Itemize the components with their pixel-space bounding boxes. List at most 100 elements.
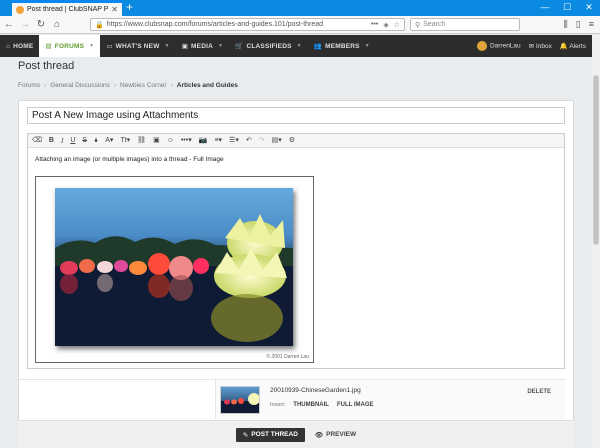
italic-button[interactable]: I <box>61 134 63 148</box>
chevron-down-icon[interactable]: ▼ <box>165 43 170 49</box>
editor-toolbar: ⌫ B I U S 🌢 A▾ Tt▾ ⛓ ▣ ☺ •••▾ 📷 ≡▾ ☰▾ ↶ … <box>28 134 564 148</box>
eraser-icon[interactable]: ⌫ <box>32 134 42 148</box>
page-title: Post thread <box>18 60 75 72</box>
chevron-down-icon[interactable]: ▼ <box>365 43 370 49</box>
forward-arrow-icon[interactable]: → <box>18 19 32 30</box>
username: DarrenLau <box>489 42 521 50</box>
chevron-down-icon[interactable]: ▼ <box>89 43 94 49</box>
browser-tab-active[interactable]: Post thread | ClubSNAP Photo... ✕ <box>12 1 122 16</box>
embedded-image-frame[interactable]: © 2001 Darren Lau <box>35 176 314 363</box>
smilie-icon[interactable]: ☺ <box>167 134 174 148</box>
envelope-icon: ✉ <box>528 43 535 50</box>
nav-members-label: MEMBERS <box>325 42 360 50</box>
preview-button[interactable]: 👁 PREVIEW <box>315 431 356 439</box>
nav-home[interactable]: ⌂ HOME <box>0 35 39 57</box>
lantern-photo <box>55 188 293 346</box>
text-color-icon[interactable]: 🌢 <box>94 134 98 148</box>
delete-attachment-button[interactable]: DELETE <box>527 389 551 395</box>
nav-forums-label: FORUMS <box>54 42 85 50</box>
alerts-label: Alerts <box>569 43 586 50</box>
list-button[interactable]: ☰▾ <box>229 134 239 148</box>
tab-close-icon[interactable]: ✕ <box>111 5 118 14</box>
breadcrumb-newbies-corner[interactable]: Newbies Corner <box>120 82 167 89</box>
bold-button[interactable]: B <box>49 134 54 148</box>
browser-search-input[interactable]: ⚲ Search <box>410 18 520 31</box>
nav-whats-new[interactable]: ▭ WHAT'S NEW ▼ <box>100 35 175 57</box>
search-placeholder: Search <box>423 21 446 28</box>
attachment-divider <box>19 379 215 380</box>
chevron-down-icon[interactable]: ▼ <box>297 43 302 49</box>
tab-title: Post thread | ClubSNAP Photo... <box>27 6 109 13</box>
site-favicon-icon <box>16 5 24 14</box>
speech-icon: ▭ <box>106 43 113 50</box>
home-icon[interactable]: ⌂ <box>50 19 64 30</box>
breadcrumb: Forums › General Discussions › Newbies C… <box>18 82 238 89</box>
browser-toolbar: ← → ↻ ⌂ 🔒 https://www.clubsnap.com/forum… <box>0 16 600 34</box>
pocket-icon[interactable]: ◈ <box>383 21 388 29</box>
address-url: https://www.clubsnap.com/forums/articles… <box>106 21 324 28</box>
underline-button[interactable]: U <box>70 134 75 148</box>
image-icon: ▣ <box>181 43 189 50</box>
insert-thumbnail-button[interactable]: THUMBNAIL <box>293 402 329 408</box>
chevron-down-icon[interactable]: ▼ <box>218 43 223 49</box>
search-icon: ⚲ <box>415 21 421 29</box>
more-options-button[interactable]: •••▾ <box>181 134 192 148</box>
form-action-bar: ✎ POST THREAD 👁 PREVIEW <box>18 420 574 448</box>
message-editor[interactable]: ⌫ B I U S 🌢 A▾ Tt▾ ⛓ ▣ ☺ •••▾ 📷 ≡▾ ☰▾ ↶ … <box>27 133 565 369</box>
account-link[interactable]: DarrenLau <box>476 41 521 51</box>
font-size-button[interactable]: A▾ <box>105 134 113 148</box>
new-tab-button[interactable]: + <box>126 1 133 14</box>
attachment-thumbnail-drawing <box>221 393 259 413</box>
browser-tools: ⫼ ▯ ≡ <box>564 18 594 31</box>
lock-icon: 🔒 <box>95 21 104 29</box>
bookmark-star-icon[interactable]: ☆ <box>394 21 400 29</box>
breadcrumb-separator-icon: › <box>170 82 173 89</box>
insert-full-image-button[interactable]: FULL IMAGE <box>337 402 374 408</box>
inbox-link[interactable]: ✉ Inbox <box>529 42 552 50</box>
nav-home-label: HOME <box>13 42 34 50</box>
nav-forums[interactable]: ▤ FORUMS ▼ <box>39 35 101 57</box>
breadcrumb-general-discussions[interactable]: General Discussions <box>50 82 110 89</box>
nav-members[interactable]: 👥 MEMBERS ▼ <box>308 35 376 57</box>
bell-icon: 🔔 <box>559 43 568 50</box>
maximize-button[interactable]: ☐ <box>556 0 578 16</box>
nav-whats-new-label: WHAT'S NEW <box>115 42 160 50</box>
page-actions-icon[interactable]: ••• <box>371 21 378 29</box>
gear-icon[interactable]: ⚙ <box>289 134 295 148</box>
preview-label: PREVIEW <box>326 431 357 438</box>
page-scrollbar[interactable] <box>592 35 600 448</box>
alerts-link[interactable]: 🔔 Alerts <box>560 42 586 50</box>
library-icon[interactable]: ⫼ <box>564 18 568 31</box>
link-icon[interactable]: ⛓ <box>137 134 146 148</box>
post-thread-button[interactable]: ✎ POST THREAD <box>235 427 305 442</box>
camera-icon[interactable]: 📷 <box>199 134 208 148</box>
thread-title-input[interactable]: Post A New Image using Attachments <box>27 107 565 124</box>
address-bar[interactable]: 🔒 https://www.clubsnap.com/forums/articl… <box>90 18 405 31</box>
minimize-button[interactable]: — <box>534 0 556 16</box>
cart-icon: 🛒 <box>235 43 244 50</box>
users-icon: 👥 <box>313 43 323 50</box>
breadcrumb-articles-and-guides[interactable]: Articles and Guides <box>177 82 238 89</box>
font-family-button[interactable]: Tt▾ <box>120 134 130 148</box>
post-thread-label: POST THREAD <box>251 431 298 438</box>
scrollbar-thumb[interactable] <box>593 75 599 245</box>
image-icon[interactable]: ▣ <box>153 134 160 148</box>
strikethrough-button[interactable]: S <box>82 134 87 148</box>
home-icon: ⌂ <box>6 42 11 50</box>
back-arrow-icon[interactable]: ← <box>2 19 16 30</box>
menu-icon[interactable]: ≡ <box>589 18 594 31</box>
breadcrumb-forums[interactable]: Forums <box>18 82 40 89</box>
reload-icon[interactable]: ↻ <box>34 19 48 30</box>
sidebar-icon[interactable]: ▯ <box>576 18 581 31</box>
align-button[interactable]: ≡▾ <box>214 134 222 148</box>
nav-media[interactable]: ▣ MEDIA ▼ <box>176 35 229 57</box>
redo-icon[interactable]: ↷ <box>259 134 265 148</box>
drafts-button[interactable]: ▤▾ <box>272 134 282 148</box>
nav-media-label: MEDIA <box>191 42 213 50</box>
close-window-button[interactable]: ✕ <box>578 0 600 16</box>
attachment-thumbnail[interactable] <box>220 386 260 414</box>
nav-classifieds-label: CLASSIFIEDS <box>246 42 292 50</box>
nav-classifieds[interactable]: 🛒 CLASSIFIEDS ▼ <box>229 35 308 57</box>
undo-icon[interactable]: ↶ <box>246 134 252 148</box>
browser-tab-strip: Post thread | ClubSNAP Photo... ✕ + — ☐ … <box>0 0 600 16</box>
